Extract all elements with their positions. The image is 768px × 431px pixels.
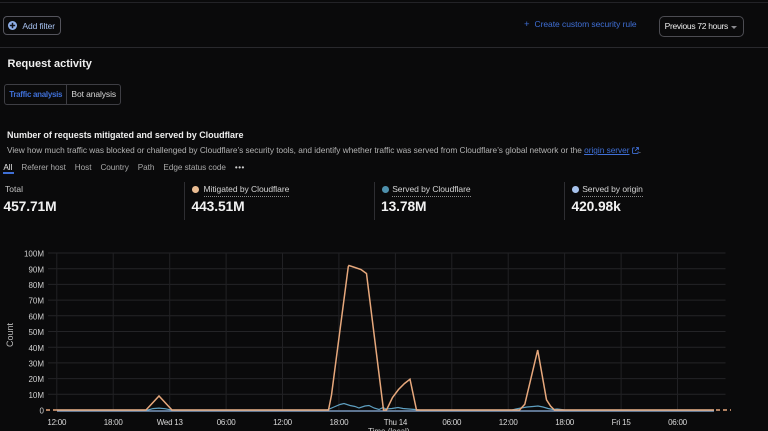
svg-text:12:00: 12:00 — [47, 418, 67, 427]
svg-text:60M: 60M — [28, 312, 44, 321]
svg-text:Thu 14: Thu 14 — [384, 418, 408, 427]
svg-text:Wed 13: Wed 13 — [157, 418, 184, 427]
svg-text:10M: 10M — [28, 391, 44, 400]
svg-text:90M: 90M — [28, 265, 44, 274]
svg-text:0: 0 — [40, 407, 45, 416]
svg-text:30M: 30M — [28, 360, 44, 369]
svg-text:100M: 100M — [24, 250, 44, 259]
svg-text:80M: 80M — [28, 281, 44, 290]
svg-text:12:00: 12:00 — [273, 418, 293, 427]
svg-text:06:00: 06:00 — [442, 418, 462, 427]
svg-text:20M: 20M — [28, 375, 44, 384]
svg-text:Count: Count — [5, 323, 15, 348]
svg-text:18:00: 18:00 — [555, 418, 575, 427]
svg-text:06:00: 06:00 — [668, 418, 688, 427]
svg-text:18:00: 18:00 — [104, 418, 124, 427]
svg-text:Fri 15: Fri 15 — [612, 418, 632, 427]
svg-text:40M: 40M — [28, 344, 44, 353]
svg-text:06:00: 06:00 — [217, 418, 237, 427]
svg-text:12:00: 12:00 — [499, 418, 519, 427]
svg-text:70M: 70M — [28, 297, 44, 306]
svg-text:50M: 50M — [28, 328, 44, 337]
svg-text:18:00: 18:00 — [330, 418, 350, 427]
